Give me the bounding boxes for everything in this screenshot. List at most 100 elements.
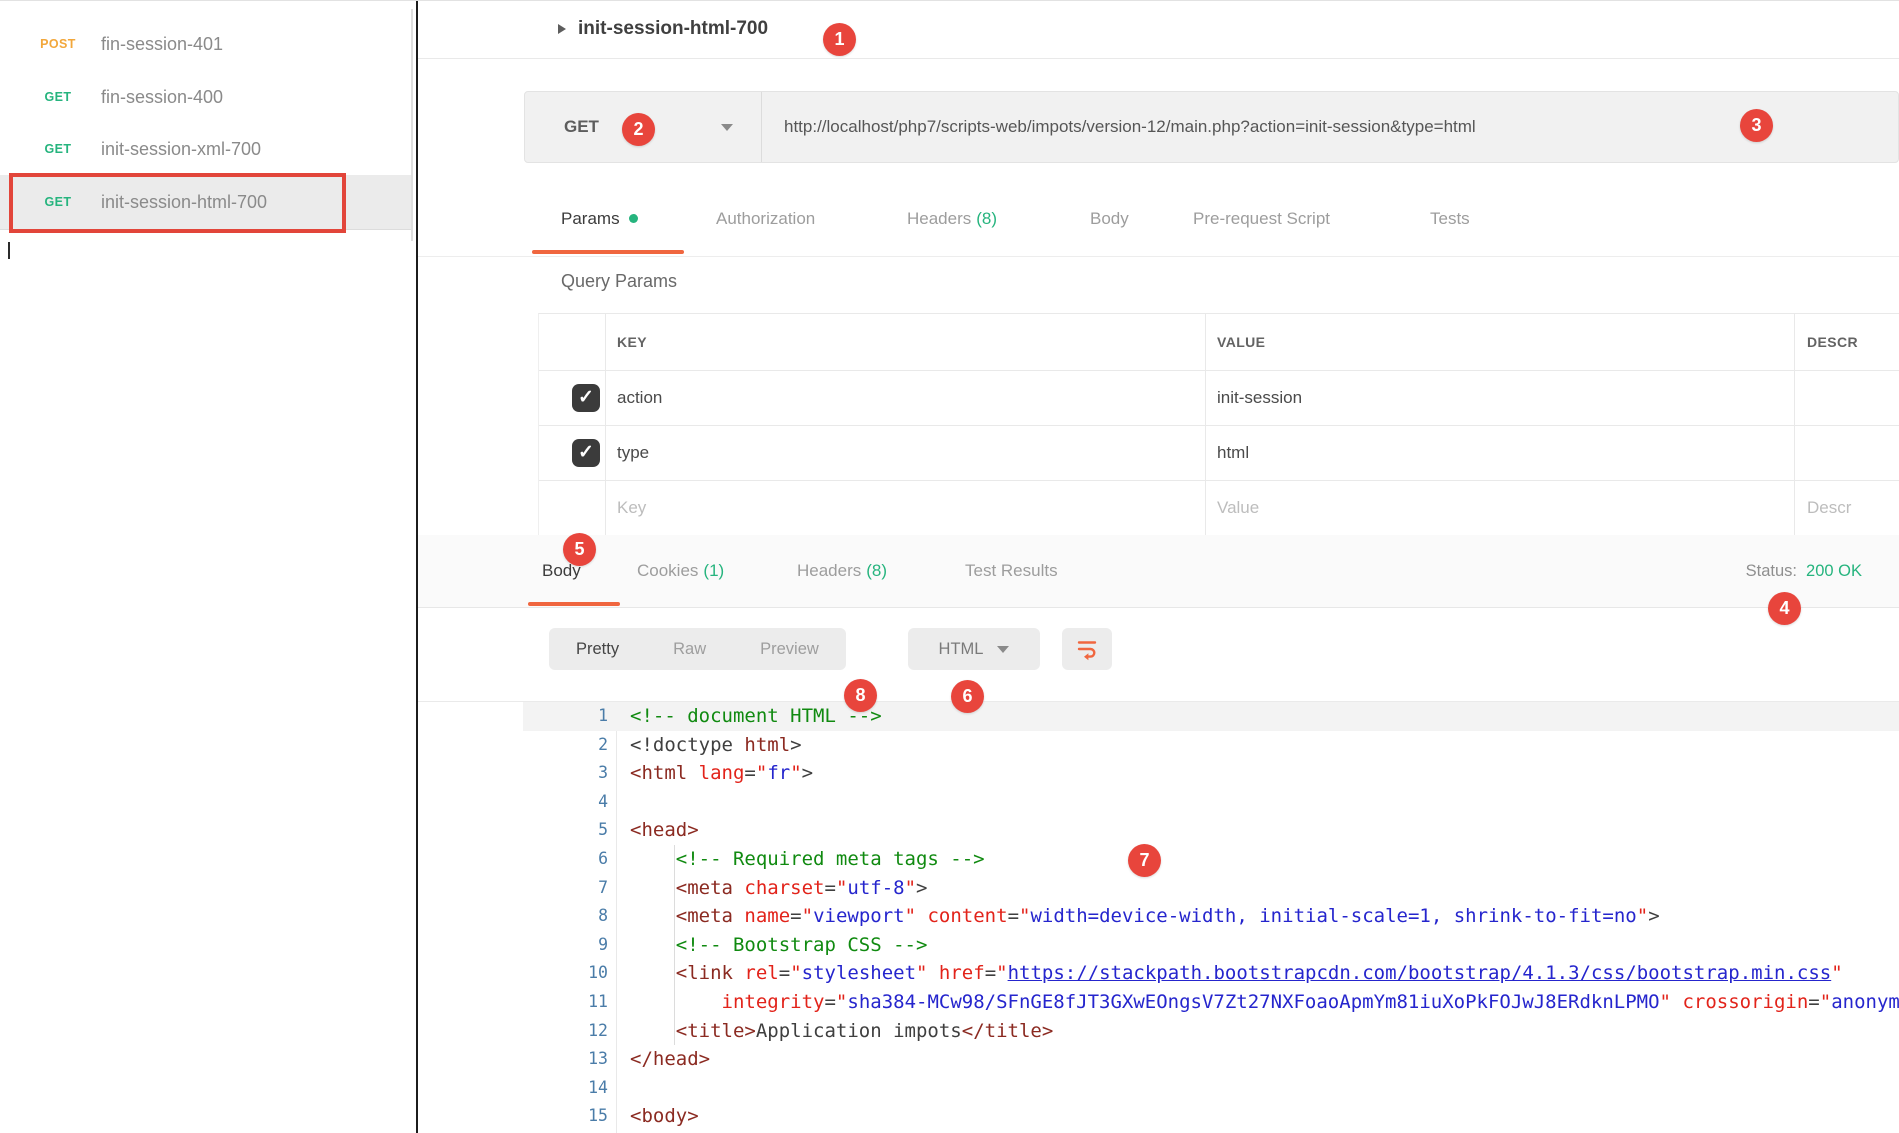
- line-number: 5: [523, 816, 608, 845]
- code-line-4: 4: [523, 788, 1899, 817]
- url-input[interactable]: http://localhost/php7/scripts-web/impots…: [784, 92, 1890, 162]
- param-checkbox[interactable]: ✓: [572, 384, 600, 412]
- method-label: GET: [564, 92, 599, 162]
- view-mode-pretty[interactable]: Pretty: [549, 628, 646, 670]
- token-attr: ": [916, 962, 927, 984]
- annotation-badge-7: 7: [1128, 844, 1161, 877]
- response-tab-cookies[interactable]: Cookies(1): [637, 535, 724, 607]
- token-plain: =: [824, 991, 835, 1013]
- param-value-placeholder[interactable]: Value: [1217, 480, 1259, 536]
- code-line-2: 2 <!doctype html>: [523, 731, 1899, 760]
- text-cursor: [8, 242, 10, 259]
- token-value: utf-8: [847, 877, 904, 899]
- annotation-badge-2: 2: [622, 113, 655, 146]
- line-content: <head>: [630, 816, 1899, 845]
- tab-headers[interactable]: Headers(8): [907, 183, 997, 255]
- token-tag: <meta: [676, 877, 733, 899]
- view-mode-preview[interactable]: Preview: [733, 628, 846, 670]
- token-plain: =: [1008, 905, 1019, 927]
- line-number: 3: [523, 759, 608, 788]
- annotation-badge-3: 3: [1740, 109, 1773, 142]
- tab-label: Authorization: [716, 209, 815, 228]
- chevron-down-icon: [997, 646, 1009, 653]
- token-attr: ": [836, 991, 847, 1013]
- request-name: init-session-xml-700: [101, 122, 261, 176]
- response-tabs-strip: BodyCookies(1)Headers(8)Test Results Sta…: [418, 535, 1899, 608]
- tab-label: Tests: [1430, 209, 1470, 228]
- url-divider: [761, 92, 762, 162]
- line-content: <title>Application impots</title>: [630, 1017, 1899, 1046]
- token-tag: <html: [630, 762, 687, 784]
- line-number: 1: [523, 702, 608, 731]
- token-attr: ": [1637, 905, 1648, 927]
- token-attr: ": [802, 905, 813, 927]
- tab-count: (8): [866, 561, 887, 580]
- token-plain: [630, 934, 676, 956]
- line-number: 8: [523, 902, 608, 931]
- code-line-3: 3<html lang="fr">: [523, 759, 1899, 788]
- response-tab-test-results[interactable]: Test Results: [965, 535, 1058, 607]
- sidebar-scrollbar[interactable]: [411, 9, 413, 241]
- line-number: 10: [523, 959, 608, 988]
- sidebar: POSTfin-session-401GETfin-session-400GET…: [0, 1, 416, 1133]
- tab-label: Headers: [907, 209, 971, 228]
- tab-label: Headers: [797, 561, 861, 580]
- token-tag: <body>: [630, 1105, 699, 1127]
- line-number: 6: [523, 845, 608, 874]
- line-number: 15: [523, 1102, 608, 1131]
- request-title: init-session-html-700: [578, 1, 768, 57]
- sidebar-item-fin-session-401[interactable]: POSTfin-session-401: [0, 17, 413, 71]
- token-value: width=device-width, initial-scale=1, shr…: [1030, 905, 1636, 927]
- params-active-dot-icon: [629, 214, 638, 223]
- format-dropdown[interactable]: HTML: [908, 628, 1040, 670]
- response-tab-headers[interactable]: Headers (8): [797, 535, 887, 607]
- sidebar-item-init-session-xml-700[interactable]: GETinit-session-xml-700: [0, 122, 413, 176]
- line-content: <body>: [630, 1102, 1899, 1131]
- tab-label: Cookies: [637, 561, 698, 580]
- method-badge: POST: [36, 17, 80, 71]
- tab-tests[interactable]: Tests: [1430, 183, 1470, 255]
- line-content: <link rel="stylesheet" href="https://sta…: [630, 959, 1899, 988]
- token-attr: charset: [733, 877, 825, 899]
- line-content: <meta charset="utf-8">: [630, 874, 1899, 903]
- wrap-text-button[interactable]: [1062, 628, 1112, 670]
- param-value[interactable]: init-session: [1217, 370, 1302, 425]
- request-panel: init-session-html-700 GET http://localho…: [418, 1, 1899, 1133]
- table-row: ✓ type html: [539, 425, 1899, 481]
- token-plain: =: [1808, 991, 1819, 1013]
- code-line-15: 15 <body>: [523, 1102, 1899, 1131]
- column-header-value: VALUE: [1217, 314, 1265, 370]
- param-key[interactable]: type: [617, 425, 649, 480]
- sidebar-item-fin-session-400[interactable]: GETfin-session-400: [0, 70, 413, 124]
- line-content: <!doctype html>: [630, 731, 1899, 760]
- token-attr: ": [790, 762, 801, 784]
- response-code-editor[interactable]: 1<!-- document HTML -->2<!doctype html>3…: [418, 701, 1899, 1133]
- code-line-13: 13 </head>: [523, 1045, 1899, 1074]
- tab-params[interactable]: Params: [561, 183, 638, 255]
- line-number: 9: [523, 931, 608, 960]
- code-line-14: 14: [523, 1074, 1899, 1103]
- token-attr: ": [790, 962, 801, 984]
- code-line-9: 9 <!-- Bootstrap CSS -->: [523, 931, 1899, 960]
- param-key[interactable]: action: [617, 370, 662, 425]
- param-checkbox[interactable]: ✓: [572, 439, 600, 467]
- response-status: Status: 200 OK: [1746, 535, 1862, 607]
- token-value: viewport: [813, 905, 905, 927]
- line-number: 14: [523, 1074, 608, 1103]
- tab-body[interactable]: Body: [1090, 183, 1129, 255]
- collapse-arrow-icon[interactable]: [558, 24, 566, 34]
- token-plain: >: [1648, 905, 1659, 927]
- line-number: 13: [523, 1045, 608, 1074]
- wrap-text-icon: [1075, 637, 1099, 661]
- tab-pre-request-script[interactable]: Pre-request Script: [1193, 183, 1330, 255]
- code-line-11: 11 integrity="sha384-MCw98/SFnGE8fJT3GXw…: [523, 988, 1899, 1017]
- code-line-7: 7 <meta charset="utf-8">: [523, 874, 1899, 903]
- line-content: </head>: [630, 1045, 1899, 1074]
- param-key-placeholder[interactable]: Key: [617, 480, 646, 536]
- tab-authorization[interactable]: Authorization: [716, 183, 815, 255]
- param-value[interactable]: html: [1217, 425, 1249, 480]
- view-mode-raw[interactable]: Raw: [646, 628, 733, 670]
- token-tag: <link: [676, 962, 733, 984]
- line-number: 2: [523, 731, 608, 760]
- param-description-placeholder[interactable]: Descr: [1807, 480, 1851, 536]
